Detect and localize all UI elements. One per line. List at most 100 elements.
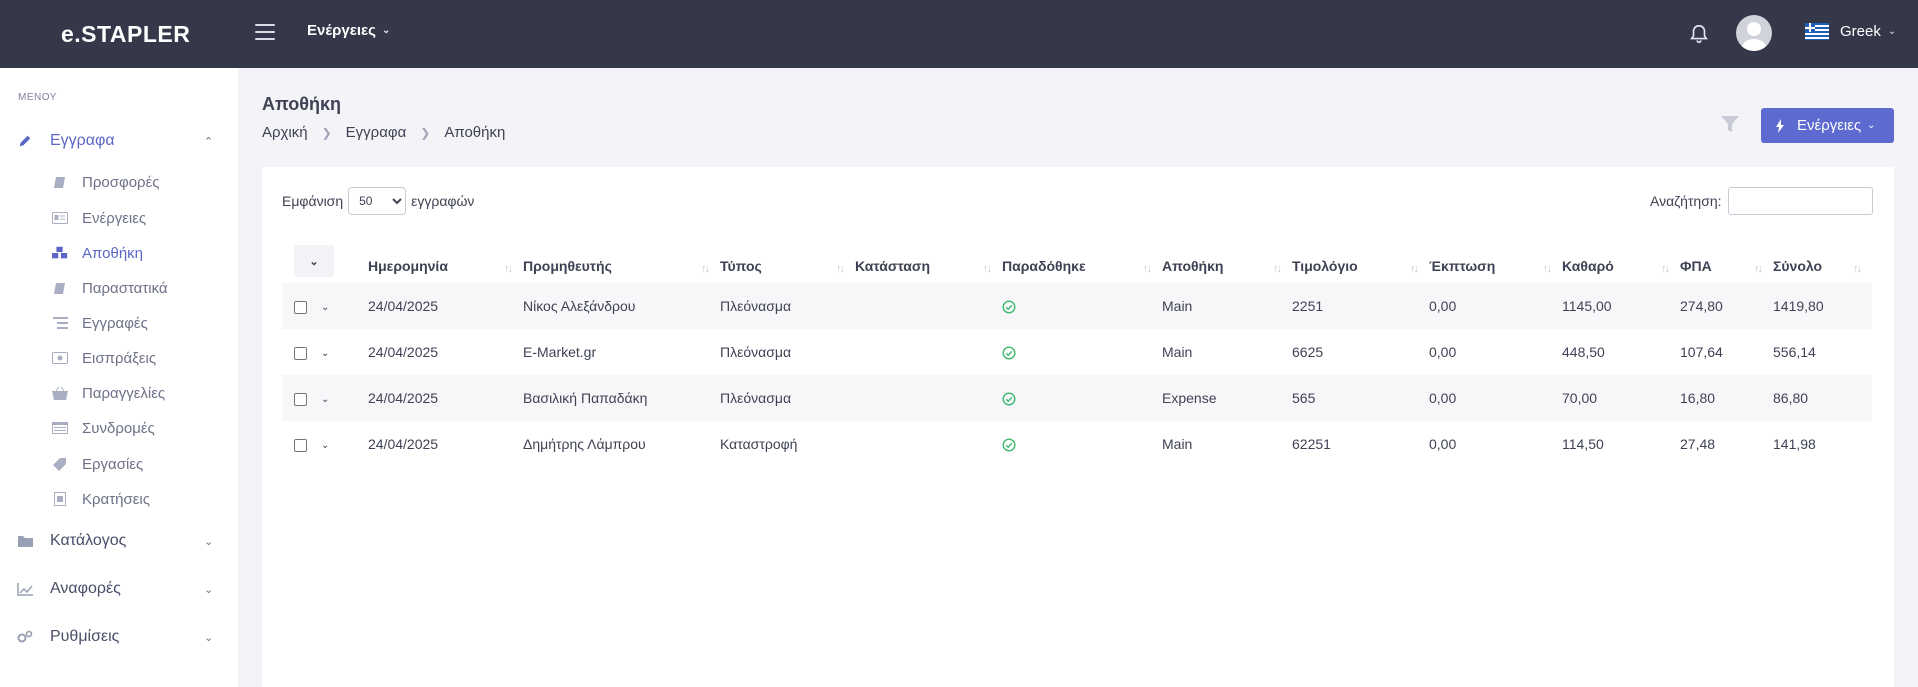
column-header-label: Προμηθευτής	[523, 258, 612, 274]
breadcrumb-home[interactable]: Αρχική	[262, 124, 308, 141]
book-icon	[52, 281, 68, 295]
table-row[interactable]: ⌄ 24/04/2025 Δημήτρης Λάμπρου Καταστροφή…	[282, 421, 1872, 467]
page-length-select[interactable]: 50	[348, 187, 407, 215]
bell-icon[interactable]	[1688, 22, 1710, 46]
search-label: Αναζήτηση:	[1650, 193, 1722, 209]
table-row[interactable]: ⌄ 24/04/2025 E-Market.gr Πλεόνασμα Main …	[282, 329, 1872, 375]
row-expand-chevron-icon[interactable]: ⌄	[321, 302, 329, 313]
greek-flag-icon	[1805, 23, 1829, 40]
chevron-right-icon: ❯	[321, 125, 332, 140]
sidebar-item-bookings[interactable]: Κρατήσεις	[0, 485, 238, 513]
filter-icon[interactable]	[1720, 114, 1740, 134]
check-circle-icon	[1002, 438, 1016, 452]
chart-line-icon	[17, 581, 33, 597]
cell-type: Πλεόνασμα	[720, 390, 792, 406]
menu-section-label: ΜΕΝΟΥ	[18, 92, 57, 103]
sidebar-section-catalog[interactable]: Κατάλογος ⌄	[0, 526, 238, 556]
sort-icon: ↑↓	[701, 263, 710, 275]
cell-net: 70,00	[1562, 390, 1598, 406]
records-card: Εμφάνιση 50 εγγραφών Αναζήτηση: ⌄ Ημερομ…	[262, 167, 1894, 687]
column-header-vat[interactable]: ΦΠΑ ↑↓	[1680, 237, 1773, 283]
column-header-type[interactable]: Τύπος ↑↓	[720, 237, 855, 283]
tag-icon	[52, 457, 68, 471]
cell-date: 24/04/2025	[368, 390, 439, 406]
language-selector[interactable]: Greek ⌄	[1805, 23, 1896, 40]
column-header-supplier[interactable]: Προμηθευτής ↑↓	[523, 237, 720, 283]
breadcrumb-documents[interactable]: Εγγραφα	[346, 124, 407, 141]
expand-all-cell: ⌄	[282, 237, 368, 283]
sidebar-section-reports[interactable]: Αναφορές ⌄	[0, 574, 238, 604]
cell-status	[855, 421, 1002, 467]
sidebar-item-label: Προσφορές	[82, 173, 160, 191]
cell-status	[855, 329, 1002, 375]
sidebar-section-settings[interactable]: Ρυθμίσεις ⌄	[0, 622, 238, 652]
sort-icon: ↑↓	[1543, 263, 1552, 275]
row-expand-chevron-icon[interactable]: ⌄	[321, 440, 329, 451]
check-circle-icon	[1002, 300, 1016, 314]
sidebar-item-tasks[interactable]: Εργασίες	[0, 450, 238, 478]
column-header-label: Παραδόθηκε	[1002, 258, 1086, 274]
row-controls: ⌄	[282, 283, 368, 329]
app-logo[interactable]: e.STAPLER	[61, 21, 190, 48]
column-header-label: Έκπτωση	[1429, 258, 1496, 274]
column-header-discount[interactable]: Έκπτωση ↑↓	[1429, 237, 1562, 283]
cell-warehouse: Main	[1162, 436, 1193, 452]
top-actions-dropdown[interactable]: Ενέργειες ⌄	[307, 22, 390, 39]
cell-vat: 274,80	[1680, 298, 1723, 314]
row-checkbox[interactable]	[294, 300, 307, 314]
cell-invoice: 2251	[1292, 298, 1324, 314]
records-table: ⌄ Ημερομηνία ↑↓ Προμηθευτής ↑↓ Τύπος ↑↓ Κατ…	[282, 237, 1872, 467]
column-header-total[interactable]: Σύνολο ↑↓	[1773, 237, 1872, 283]
check-circle-icon	[1002, 346, 1016, 360]
show-suffix: εγγραφών	[411, 193, 475, 209]
sort-icon: ↑↓	[1661, 263, 1670, 275]
sidebar-item-label: Παραγγελίες	[82, 384, 166, 402]
top-bar: e.STAPLER Ενέργειες ⌄ Greek ⌄	[0, 0, 1918, 68]
top-actions-label: Ενέργειες	[307, 22, 376, 39]
sidebar-item-orders[interactable]: Παραγγελίες	[0, 379, 238, 407]
book-icon	[52, 175, 68, 189]
basket-icon	[52, 386, 68, 400]
actions-button[interactable]: Ενέργειες ⌄	[1761, 108, 1894, 143]
sidebar-item-actions[interactable]: Ενέργειες	[0, 204, 238, 232]
check-circle-icon	[1002, 392, 1016, 406]
user-avatar[interactable]	[1736, 15, 1772, 51]
row-checkbox[interactable]	[294, 392, 307, 406]
list-icon	[52, 316, 68, 330]
cell-supplier: Δημήτρης Λάμπρου	[523, 436, 646, 452]
column-header-status[interactable]: Κατάσταση ↑↓	[855, 237, 1002, 283]
search-input[interactable]	[1727, 187, 1873, 215]
sidebar-section-label: Εγγραφα	[50, 132, 115, 149]
sidebar-item-label: Αποθήκη	[82, 244, 144, 262]
row-expand-chevron-icon[interactable]: ⌄	[321, 394, 329, 405]
sidebar-section-documents[interactable]: Εγγραφα ⌃	[0, 126, 238, 156]
column-header-invoice[interactable]: Τιμολόγιο ↑↓	[1292, 237, 1429, 283]
menu-toggle-icon[interactable]	[255, 24, 275, 42]
column-header-net[interactable]: Καθαρό ↑↓	[1562, 237, 1680, 283]
sidebar-item-warehouse[interactable]: Αποθήκη	[0, 239, 238, 267]
column-header-delivered[interactable]: Παραδόθηκε ↑↓	[1002, 237, 1162, 283]
page-title: Αποθήκη	[262, 94, 342, 114]
expand-all-button[interactable]: ⌄	[294, 245, 334, 277]
row-checkbox[interactable]	[294, 438, 307, 452]
sidebar-item-subscriptions[interactable]: Συνδρομές	[0, 414, 238, 442]
cell-discount: 0,00	[1429, 344, 1457, 360]
table-row[interactable]: ⌄ 24/04/2025 Βασιλική Παπαδάκη Πλεόνασμα…	[282, 375, 1872, 421]
chevron-up-icon: ⌃	[204, 135, 214, 148]
cell-total: 141,98	[1773, 436, 1816, 452]
column-header-label: Κατάσταση	[855, 258, 931, 274]
cell-delivered	[1002, 421, 1162, 467]
column-header-label: ΦΠΑ	[1680, 258, 1712, 274]
column-header-warehouse[interactable]: Αποθήκη ↑↓	[1162, 237, 1292, 283]
sidebar-item-offers[interactable]: Προσφορές	[0, 168, 238, 196]
cell-vat: 16,80	[1680, 390, 1716, 406]
table-row[interactable]: ⌄ 24/04/2025 Νίκος Αλεξάνδρου Πλεόνασμα …	[282, 283, 1872, 329]
column-header-date[interactable]: Ημερομηνία ↑↓	[368, 237, 523, 283]
row-expand-chevron-icon[interactable]: ⌄	[321, 348, 329, 359]
sidebar-item-invoices[interactable]: Παραστατικά	[0, 274, 238, 302]
row-checkbox[interactable]	[294, 346, 307, 360]
sidebar-item-entries[interactable]: Εγγραφές	[0, 309, 238, 337]
sidebar-item-label: Κρατήσεις	[82, 490, 150, 508]
chevron-down-icon: ⌄	[204, 631, 214, 644]
sidebar-item-receipts[interactable]: Εισπράξεις	[0, 344, 238, 372]
